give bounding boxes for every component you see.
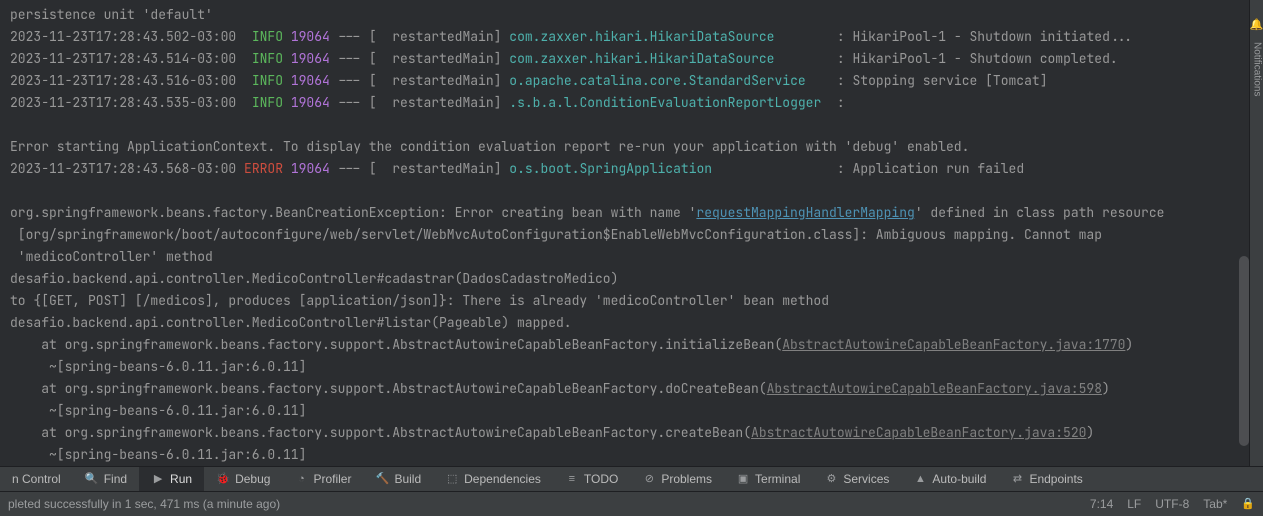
log-error-summary: Error starting ApplicationContext. To di…: [10, 136, 1263, 158]
stacktrace-line: ~[spring-beans-6.0.11.jar:6.0.11]: [10, 356, 1263, 378]
lock-icon[interactable]: 🔒: [1241, 493, 1255, 515]
scrollbar-thumb[interactable]: [1239, 256, 1249, 446]
console-output[interactable]: persistence unit 'default' 2023-11-23T17…: [0, 0, 1263, 466]
package-icon: ⬚: [445, 472, 459, 486]
tab-build[interactable]: 🔨Build: [363, 467, 433, 491]
tab-dependencies[interactable]: ⬚Dependencies: [433, 467, 553, 491]
tool-window-bar: n Control 🔍Find ▶Run 🐞Debug ◔Profiler 🔨B…: [0, 466, 1263, 491]
tab-todo[interactable]: ≡TODO: [553, 467, 630, 491]
terminal-icon: ▣: [736, 472, 750, 486]
log-line: 2023-11-23T17:28:43.568-03:00 ERROR 1906…: [10, 158, 1263, 180]
status-bar: pleted successfully in 1 sec, 471 ms (a …: [0, 491, 1263, 516]
log-line: 2023-11-23T17:28:43.502-03:00 INFO 19064…: [10, 26, 1263, 48]
exception-line: desafio.backend.api.controller.MedicoCon…: [10, 268, 1263, 290]
status-message: pleted successfully in 1 sec, 471 ms (a …: [8, 493, 280, 515]
indent-indicator[interactable]: Tab*: [1203, 493, 1227, 515]
log-blank: [10, 180, 1263, 202]
exception-line: org.springframework.beans.factory.BeanCr…: [10, 202, 1263, 224]
exception-line: [org/springframework/boot/autoconfigure/…: [10, 224, 1263, 246]
notifications-label[interactable]: Notifications: [1246, 42, 1263, 96]
tab-debug[interactable]: 🐞Debug: [204, 467, 282, 491]
autobuild-icon: ▲: [913, 472, 927, 486]
tab-find[interactable]: 🔍Find: [73, 467, 139, 491]
source-link[interactable]: AbstractAutowireCapableBeanFactory.java:…: [782, 336, 1125, 353]
tab-services[interactable]: ⚙Services: [812, 467, 901, 491]
exception-line: 'medicoController' method: [10, 246, 1263, 268]
tab-terminal[interactable]: ▣Terminal: [724, 467, 812, 491]
tab-autobuild[interactable]: ▲Auto-build: [901, 467, 998, 491]
list-icon: ≡: [565, 472, 579, 486]
gauge-icon: ◔: [294, 472, 308, 486]
endpoints-icon: ⇄: [1010, 472, 1024, 486]
source-link[interactable]: AbstractAutowireCapableBeanFactory.java:…: [767, 380, 1102, 397]
tab-run[interactable]: ▶Run: [139, 467, 204, 491]
stacktrace-line: at org.springframework.beans.factory.sup…: [10, 378, 1263, 400]
bug-icon: 🐞: [216, 472, 230, 486]
log-blank: [10, 114, 1263, 136]
tab-endpoints[interactable]: ⇄Endpoints: [998, 467, 1094, 491]
stacktrace-line: at org.springframework.beans.factory.sup…: [10, 334, 1263, 356]
log-line: 2023-11-23T17:28:43.535-03:00 INFO 19064…: [10, 92, 1263, 114]
exception-line: desafio.backend.api.controller.MedicoCon…: [10, 312, 1263, 334]
warning-icon: ⊘: [642, 472, 656, 486]
cursor-position[interactable]: 7:14: [1090, 493, 1113, 515]
line-separator[interactable]: LF: [1127, 493, 1141, 515]
search-icon: 🔍: [85, 472, 99, 486]
exception-line: to {[GET, POST] [/medicos], produces [ap…: [10, 290, 1263, 312]
notifications-icon[interactable]: 🔔: [1250, 14, 1263, 36]
stacktrace-line: at org.springframework.beans.factory.sup…: [10, 422, 1263, 444]
stacktrace-line: ~[spring-beans-6.0.11.jar:6.0.11]: [10, 400, 1263, 422]
source-link[interactable]: AbstractAutowireCapableBeanFactory.java:…: [751, 424, 1086, 441]
tab-problems[interactable]: ⊘Problems: [630, 467, 724, 491]
log-line: 2023-11-23T17:28:43.516-03:00 INFO 19064…: [10, 70, 1263, 92]
services-icon: ⚙: [824, 472, 838, 486]
bean-link[interactable]: requestMappingHandlerMapping: [696, 204, 914, 221]
stacktrace-line: ~[spring-beans-6.0.11.jar:6.0.11]: [10, 444, 1263, 466]
hammer-icon: 🔨: [375, 472, 389, 486]
tab-version-control[interactable]: n Control: [0, 467, 73, 491]
tab-profiler[interactable]: ◔Profiler: [282, 467, 363, 491]
log-line: persistence unit 'default': [10, 4, 1263, 26]
play-icon: ▶: [151, 472, 165, 486]
right-stripe: 🔔 Notifications: [1249, 0, 1263, 466]
file-encoding[interactable]: UTF-8: [1155, 493, 1189, 515]
log-line: 2023-11-23T17:28:43.514-03:00 INFO 19064…: [10, 48, 1263, 70]
